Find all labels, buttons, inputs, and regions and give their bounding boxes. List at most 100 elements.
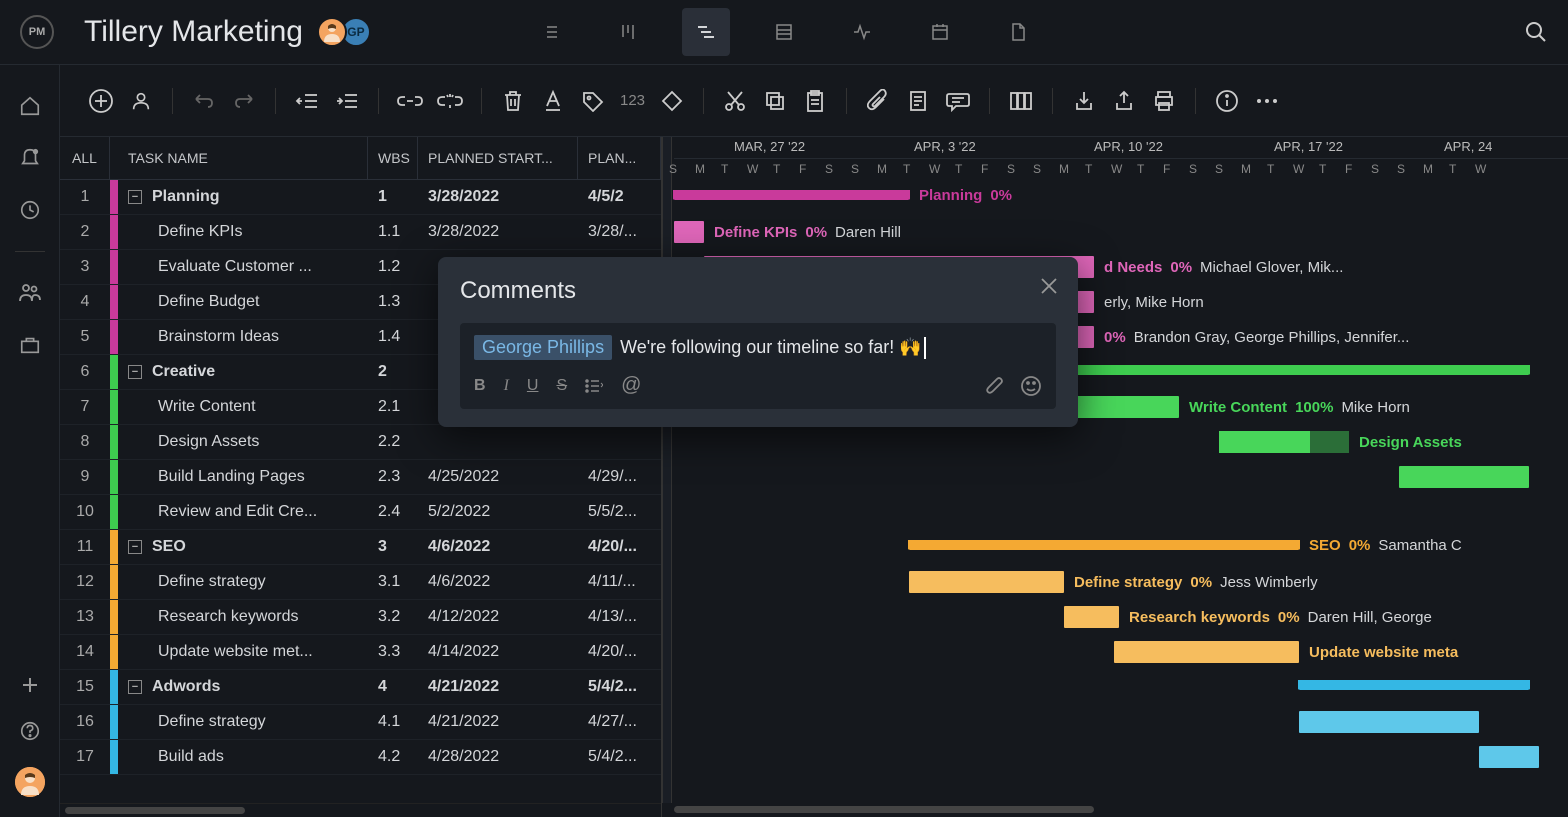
gantt-task-bar[interactable]: Update website meta xyxy=(1114,641,1299,663)
view-board[interactable] xyxy=(604,8,652,56)
gantt-row[interactable] xyxy=(674,460,1568,495)
start-date-cell[interactable]: 4/21/2022 xyxy=(418,705,578,739)
start-date-cell[interactable]: 5/2/2022 xyxy=(418,495,578,529)
collapse-toggle[interactable]: − xyxy=(128,190,142,204)
view-file[interactable] xyxy=(994,8,1042,56)
start-date-cell[interactable]: 4/12/2022 xyxy=(418,600,578,634)
columns-icon[interactable] xyxy=(1008,88,1034,114)
view-activity[interactable] xyxy=(838,8,886,56)
attach-icon[interactable] xyxy=(985,375,1005,397)
start-date-cell[interactable]: 3/28/2022 xyxy=(418,180,578,214)
clock-icon[interactable] xyxy=(19,199,41,221)
end-date-cell[interactable]: 4/5/2 xyxy=(578,180,661,214)
wbs-cell[interactable]: 2.1 xyxy=(368,390,418,424)
gantt-row[interactable]: Define KPIs0%Daren Hill xyxy=(674,215,1568,250)
gantt-row[interactable] xyxy=(674,705,1568,740)
wbs-cell[interactable]: 1 xyxy=(368,180,418,214)
task-row[interactable]: 8 Design Assets 2.2 xyxy=(60,425,661,460)
wbs-cell[interactable]: 2 xyxy=(368,355,418,389)
bold-icon[interactable]: B xyxy=(474,377,486,395)
underline-icon[interactable]: U xyxy=(527,377,539,395)
gantt-summary-bar[interactable]: Planning0% xyxy=(674,190,909,200)
end-date-cell[interactable]: 4/29/... xyxy=(578,460,661,494)
gantt-task-bar[interactable]: Define strategy0%Jess Wimberly xyxy=(909,571,1064,593)
wbs-cell[interactable]: 3.1 xyxy=(368,565,418,599)
wbs-cell[interactable]: 3.3 xyxy=(368,635,418,669)
more-icon[interactable] xyxy=(1254,88,1280,114)
task-row[interactable]: 10 Review and Edit Cre... 2.4 5/2/2022 5… xyxy=(60,495,661,530)
app-logo[interactable]: PM xyxy=(20,15,54,49)
header-planned-start[interactable]: PLANNED START... xyxy=(418,137,578,179)
gantt-task-bar[interactable]: Write Content100%Mike Horn xyxy=(1064,396,1179,418)
gantt-row[interactable]: Design Assets xyxy=(674,425,1568,460)
indent-icon[interactable] xyxy=(334,88,360,114)
plus-icon[interactable] xyxy=(20,675,40,695)
task-row[interactable]: 15 −Adwords 4 4/21/2022 5/4/2... xyxy=(60,670,661,705)
print-icon[interactable] xyxy=(1151,88,1177,114)
outdent-icon[interactable] xyxy=(294,88,320,114)
task-row[interactable]: 12 Define strategy 3.1 4/6/2022 4/11/... xyxy=(60,565,661,600)
grid-horizontal-scrollbar[interactable] xyxy=(60,803,661,817)
view-sheet[interactable] xyxy=(760,8,808,56)
task-row[interactable]: 9 Build Landing Pages 2.3 4/25/2022 4/29… xyxy=(60,460,661,495)
start-date-cell[interactable] xyxy=(418,425,578,459)
end-date-cell[interactable]: 4/20/... xyxy=(578,530,661,564)
gantt-row[interactable] xyxy=(674,740,1568,775)
header-planned-end[interactable]: PLAN... xyxy=(578,137,661,179)
gantt-task-bar[interactable]: Research keywords0%Daren Hill, George xyxy=(1064,606,1119,628)
task-name-cell[interactable]: Build Landing Pages xyxy=(118,460,368,494)
briefcase-icon[interactable] xyxy=(19,334,41,356)
close-icon[interactable] xyxy=(1040,277,1058,295)
text-style-icon[interactable] xyxy=(540,88,566,114)
wbs-cell[interactable]: 4 xyxy=(368,670,418,704)
mention-icon[interactable]: @ xyxy=(621,374,641,397)
info-icon[interactable] xyxy=(1214,88,1240,114)
wbs-cell[interactable]: 4.2 xyxy=(368,740,418,774)
wbs-cell[interactable]: 1.4 xyxy=(368,320,418,354)
gantt-row[interactable] xyxy=(674,495,1568,530)
start-date-cell[interactable]: 4/21/2022 xyxy=(418,670,578,704)
unlink-icon[interactable] xyxy=(437,88,463,114)
task-name-cell[interactable]: Build ads xyxy=(118,740,368,774)
task-row[interactable]: 16 Define strategy 4.1 4/21/2022 4/27/..… xyxy=(60,705,661,740)
collapse-toggle[interactable]: − xyxy=(128,680,142,694)
attachment-icon[interactable] xyxy=(865,88,891,114)
task-name-cell[interactable]: Brainstorm Ideas xyxy=(118,320,368,354)
avatar-group[interactable]: GP xyxy=(323,17,371,47)
end-date-cell[interactable]: 4/27/... xyxy=(578,705,661,739)
avatar-user-1[interactable] xyxy=(317,17,347,47)
mention-chip[interactable]: George Phillips xyxy=(474,335,612,360)
task-name-cell[interactable]: Define strategy xyxy=(118,565,368,599)
list-icon[interactable] xyxy=(585,379,603,393)
numbering-text[interactable]: 123 xyxy=(620,92,645,109)
strike-icon[interactable]: S xyxy=(556,377,567,395)
gantt-row[interactable]: Research keywords0%Daren Hill, George xyxy=(674,600,1568,635)
help-icon[interactable] xyxy=(19,720,41,742)
end-date-cell[interactable] xyxy=(578,425,661,459)
wbs-cell[interactable]: 1.2 xyxy=(368,250,418,284)
end-date-cell[interactable]: 4/20/... xyxy=(578,635,661,669)
export-icon[interactable] xyxy=(1111,88,1137,114)
gantt-task-bar[interactable] xyxy=(1299,711,1479,733)
end-date-cell[interactable]: 5/5/2... xyxy=(578,495,661,529)
collapse-toggle[interactable]: − xyxy=(128,540,142,554)
paste-icon[interactable] xyxy=(802,88,828,114)
comment-icon[interactable] xyxy=(945,88,971,114)
start-date-cell[interactable]: 4/6/2022 xyxy=(418,530,578,564)
task-name-cell[interactable]: Define KPIs xyxy=(118,215,368,249)
gantt-task-bar[interactable]: Design Assets xyxy=(1219,431,1349,453)
task-name-cell[interactable]: Write Content xyxy=(118,390,368,424)
link-icon[interactable] xyxy=(397,88,423,114)
add-icon[interactable] xyxy=(88,88,114,114)
user-avatar[interactable] xyxy=(15,767,45,797)
end-date-cell[interactable]: 3/28/... xyxy=(578,215,661,249)
wbs-cell[interactable]: 4.1 xyxy=(368,705,418,739)
bell-icon[interactable] xyxy=(19,147,41,169)
end-date-cell[interactable]: 5/4/2... xyxy=(578,740,661,774)
notes-icon[interactable] xyxy=(905,88,931,114)
view-list[interactable] xyxy=(526,8,574,56)
header-wbs[interactable]: WBS xyxy=(368,137,418,179)
gantt-row[interactable]: Define strategy0%Jess Wimberly xyxy=(674,565,1568,600)
wbs-cell[interactable]: 3.2 xyxy=(368,600,418,634)
gantt-task-bar[interactable] xyxy=(1479,746,1539,768)
